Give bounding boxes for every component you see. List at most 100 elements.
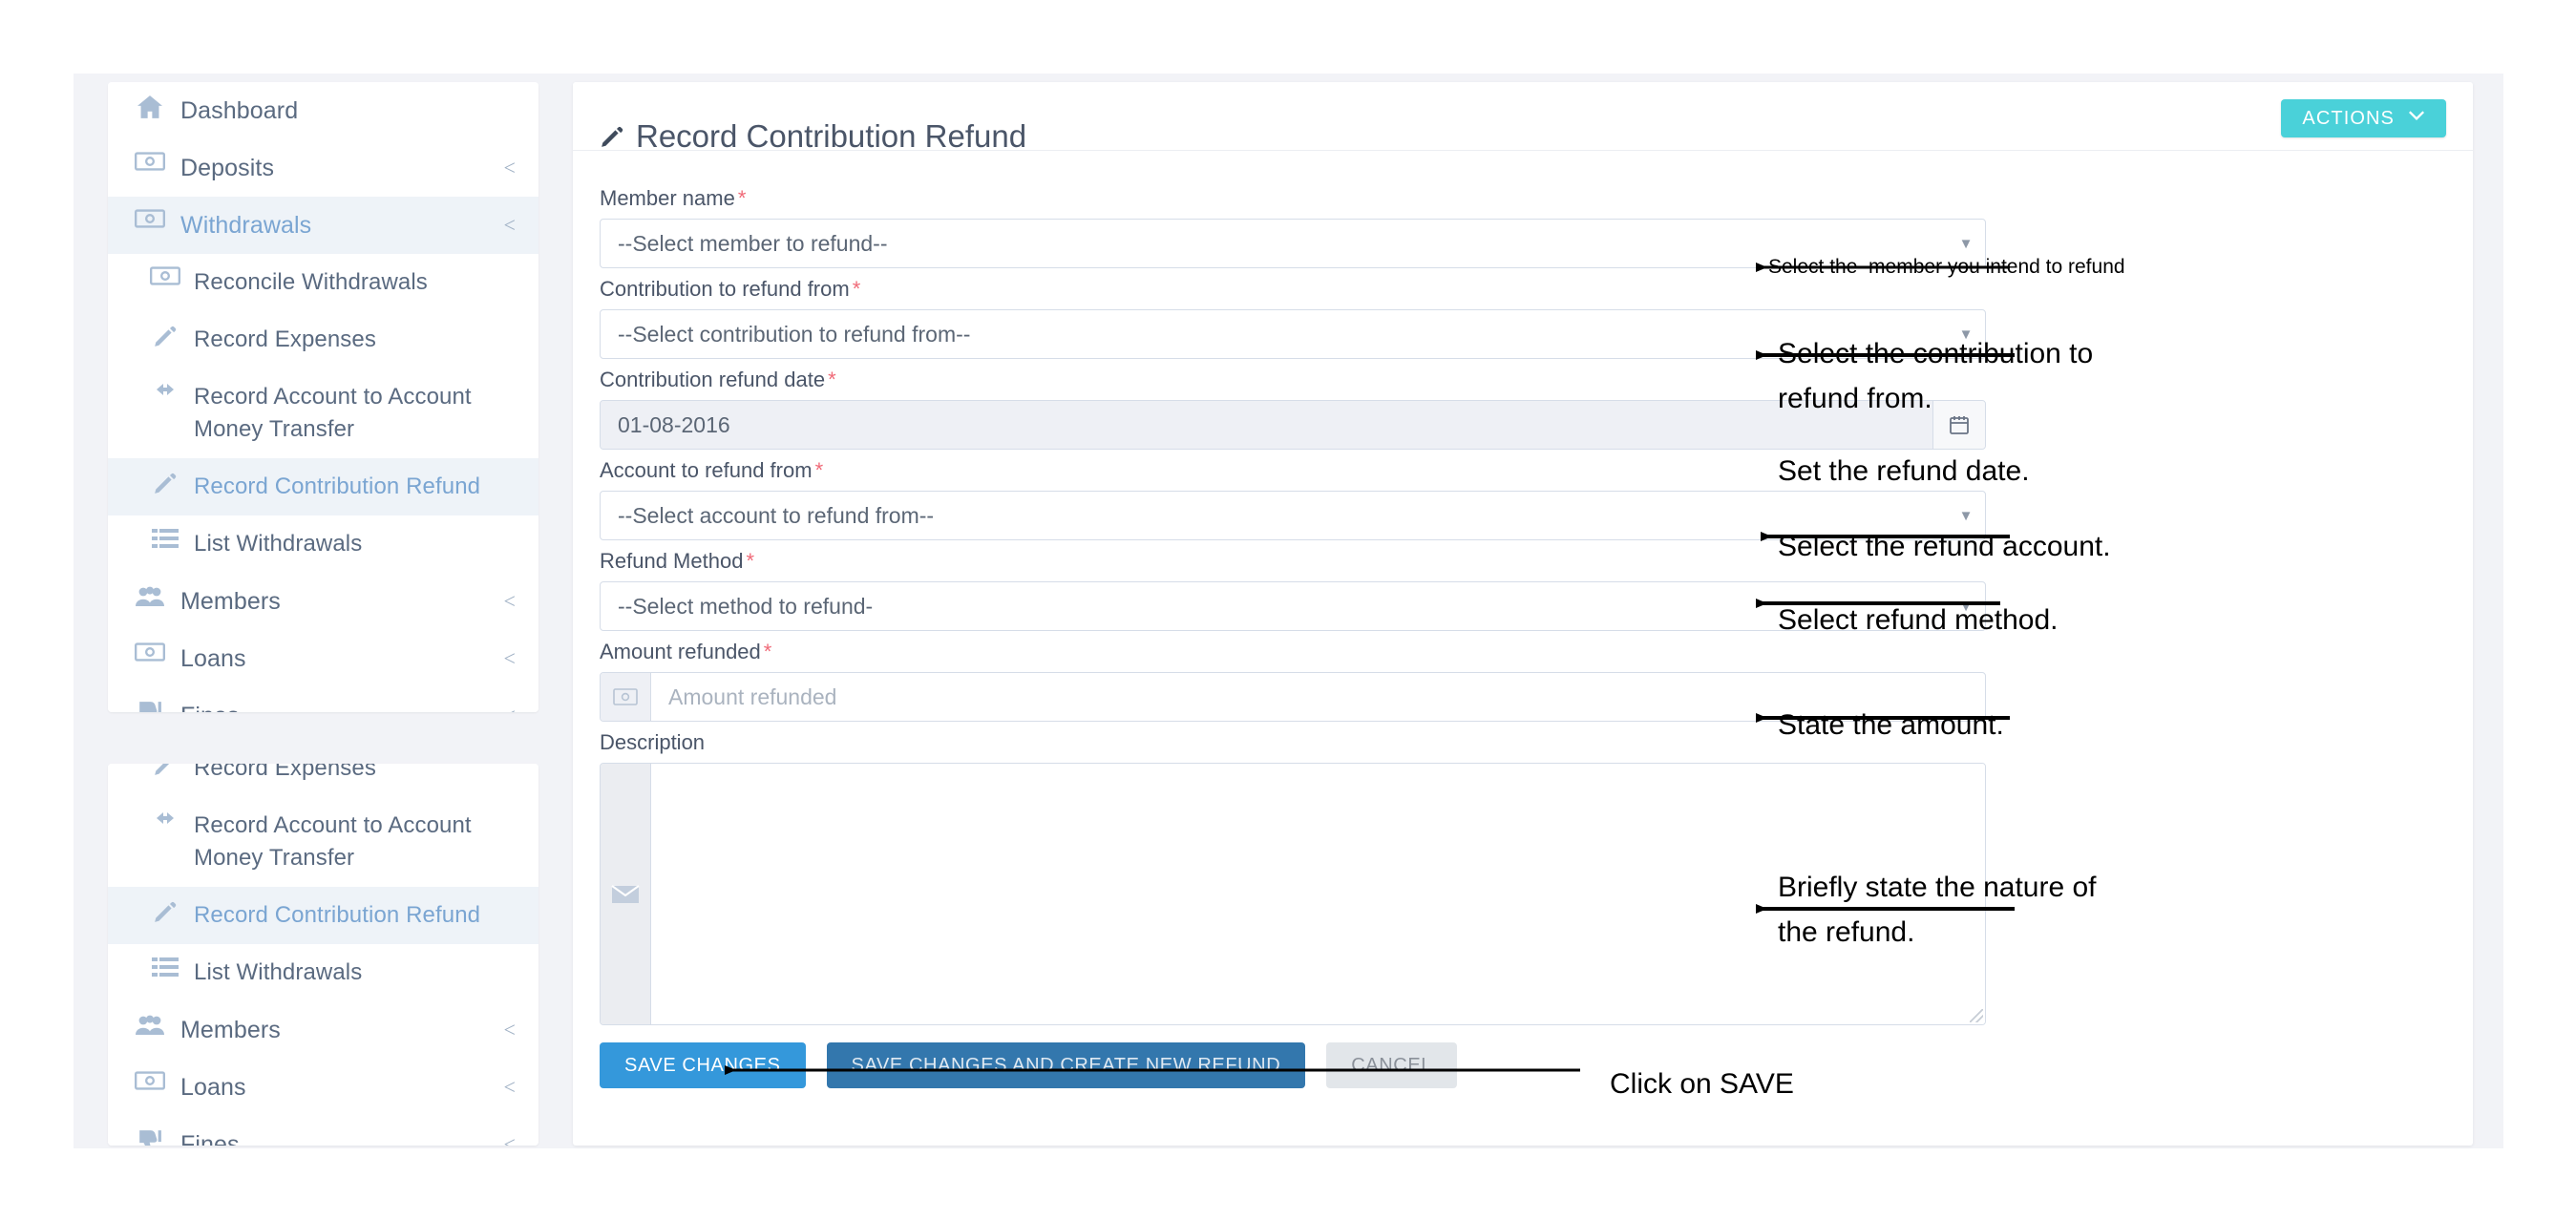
annotation-account-text: Select the refund account. (1778, 531, 2111, 562)
sidebar-item-dashboard[interactable]: Dashboard (108, 82, 538, 139)
required-marker: * (852, 277, 861, 301)
annotation-date-text: Set the refund date. (1778, 455, 2030, 487)
banknote-icon (131, 209, 169, 228)
users-icon (131, 585, 169, 608)
sidebar-item-record-account-to-account-money-transfer[interactable]: Record Account to Account Money Transfer (108, 797, 538, 887)
annotation-save-text: Click on SAVE (1610, 1068, 1794, 1100)
sidebar-item-label: Loans (180, 1074, 246, 1101)
thumbs-down-icon (131, 700, 169, 712)
sidebar-item-record-contribution-refund[interactable]: Record Contribution Refund (108, 458, 538, 515)
account-from-value: --Select account to refund from-- (618, 502, 935, 528)
sidebar-item-fines[interactable]: Fines< (108, 687, 538, 712)
chevron-down-icon: ▼ (1958, 507, 1974, 524)
banknote-icon (601, 673, 651, 721)
card-header: Record Contribution Refund ACTIONS (573, 82, 2473, 154)
sidebar-item-label: List Withdrawals (194, 959, 363, 985)
page-title: Record Contribution Refund (600, 118, 1026, 155)
sidebar-item-label: Loans (180, 645, 246, 672)
chevron-down-icon: ▼ (1958, 235, 1974, 252)
sidebar-item-members[interactable]: Members < (108, 1001, 538, 1059)
pencil-icon (148, 764, 182, 777)
chevron-left-icon: < (503, 646, 516, 670)
sidebar-item-label: Record Contribution Refund (194, 902, 481, 928)
home-icon (131, 95, 169, 119)
refund-method-value: --Select method to refund- (618, 593, 874, 619)
refund-date-value: 01-08-2016 (601, 401, 1932, 449)
chevron-left-icon: < (503, 589, 516, 613)
required-marker: * (814, 458, 824, 482)
required-marker: * (763, 640, 772, 663)
save-and-create-new-refund-button[interactable]: SAVE CHANGES AND CREATE NEW REFUND (826, 1042, 1306, 1088)
pencil-icon (148, 899, 182, 924)
banknote-icon (148, 266, 182, 285)
sidebar-secondary: Record Expenses Record Account to Account… (108, 764, 538, 1146)
sidebar-item-loans[interactable]: Loans < (108, 1059, 538, 1116)
sidebar-item-record-contribution-refund[interactable]: Record Contribution Refund (108, 887, 538, 944)
sidebar-item-label: Record Account to Account Money Transfer (194, 384, 472, 442)
sidebar-item-withdrawals[interactable]: Withdrawals < (108, 197, 538, 254)
users-icon (131, 1014, 169, 1037)
sidebar-item-deposits[interactable]: Deposits < (108, 139, 538, 197)
sidebar-primary: Dashboard Deposits < Withdrawals < Reconcile … (108, 82, 538, 712)
sidebar-item-record-account-to-account-money-transfer[interactable]: Record Account to Account Money Transfer (108, 368, 538, 458)
chevron-left-icon: < (503, 1018, 516, 1041)
annotation-description-text: Briefly state the nature of the refund. (1778, 872, 2097, 948)
annotation-method-text: Select refund method. (1778, 604, 2059, 636)
sidebar-item-label: Record Expenses (194, 326, 376, 352)
sidebar-item-label: List Withdrawals (194, 531, 363, 557)
chevron-down-icon (2408, 110, 2425, 127)
sidebar-item-list-withdrawals[interactable]: List Withdrawals (108, 944, 538, 1001)
sidebar-item-label: Deposits (180, 155, 275, 181)
annotation-contribution-text: Select the contribution to refund from. (1778, 338, 2094, 414)
required-marker: * (828, 368, 836, 391)
chevron-left-icon: < (503, 1132, 516, 1146)
required-marker: * (737, 186, 747, 210)
sidebar-item-fines[interactable]: Fines < (108, 1116, 538, 1146)
save-changes-button[interactable]: SAVE CHANGES (600, 1042, 806, 1088)
annotation-amount-text: State the amount. (1778, 709, 2004, 741)
banknote-icon (131, 1071, 169, 1090)
required-marker: * (746, 549, 754, 573)
pencil-icon (600, 124, 624, 149)
sidebar-item-record-expenses[interactable]: Record Expenses (108, 764, 538, 797)
chevron-left-icon: < (503, 213, 516, 237)
amount-label: Amount refunded * (600, 640, 772, 663)
sidebar-item-label: Dashboard (180, 97, 299, 124)
thumbs-down-icon (131, 1128, 169, 1146)
member-name-label: Member name * (600, 186, 747, 210)
list-icon (148, 957, 182, 978)
pencil-icon (148, 471, 182, 495)
sidebar-item-label: Fines (180, 700, 493, 712)
pencil-icon (148, 324, 182, 348)
sidebar-item-reconcile-withdrawals[interactable]: Reconcile Withdrawals (108, 254, 538, 311)
form-actions: SAVE CHANGES SAVE CHANGES AND CREATE NEW… (600, 1042, 1457, 1088)
chevron-left-icon: < (503, 156, 516, 179)
banknote-icon (131, 152, 169, 171)
amount-placeholder: Amount refunded (668, 684, 837, 709)
envelope-icon (601, 764, 651, 1024)
sidebar-item-label: Record Expenses (194, 764, 376, 781)
contribution-from-value: --Select contribution to refund from-- (618, 321, 971, 347)
chevron-left-icon: < (503, 1075, 516, 1099)
member-name-value: --Select member to refund-- (618, 230, 888, 256)
chevron-left-icon: < (493, 700, 516, 712)
content-card: Record Contribution Refund ACTIONS Membe… (573, 82, 2473, 1146)
annotation-member-text: Select the member you intend to refund (1768, 256, 2125, 278)
sidebar-item-label: Record Contribution Refund (194, 473, 481, 499)
sidebar-item-label: Reconcile Withdrawals (194, 269, 428, 295)
sidebar-item-list-withdrawals[interactable]: List Withdrawals (108, 515, 538, 573)
sidebar-item-label: Record Account to Account Money Transfer (194, 812, 472, 871)
list-icon (148, 528, 182, 549)
sidebar-item-record-expenses[interactable]: Record Expenses (108, 311, 538, 368)
arrows-horizontal-icon (148, 810, 182, 827)
sidebar-item-label: Fines (180, 1131, 240, 1146)
sidebar-item-members[interactable]: Members < (108, 573, 538, 630)
sidebar-item-label: Members (180, 1017, 281, 1043)
sidebar-item-loans[interactable]: Loans < (108, 630, 538, 687)
sidebar-item-label: Members (180, 588, 281, 615)
page-title-text: Record Contribution Refund (636, 118, 1027, 155)
actions-button[interactable]: ACTIONS (2281, 99, 2446, 137)
cancel-button[interactable]: CANCEL (1326, 1042, 1457, 1088)
resize-handle[interactable] (1970, 1009, 1983, 1022)
sidebar-item-label: Withdrawals (180, 212, 312, 239)
